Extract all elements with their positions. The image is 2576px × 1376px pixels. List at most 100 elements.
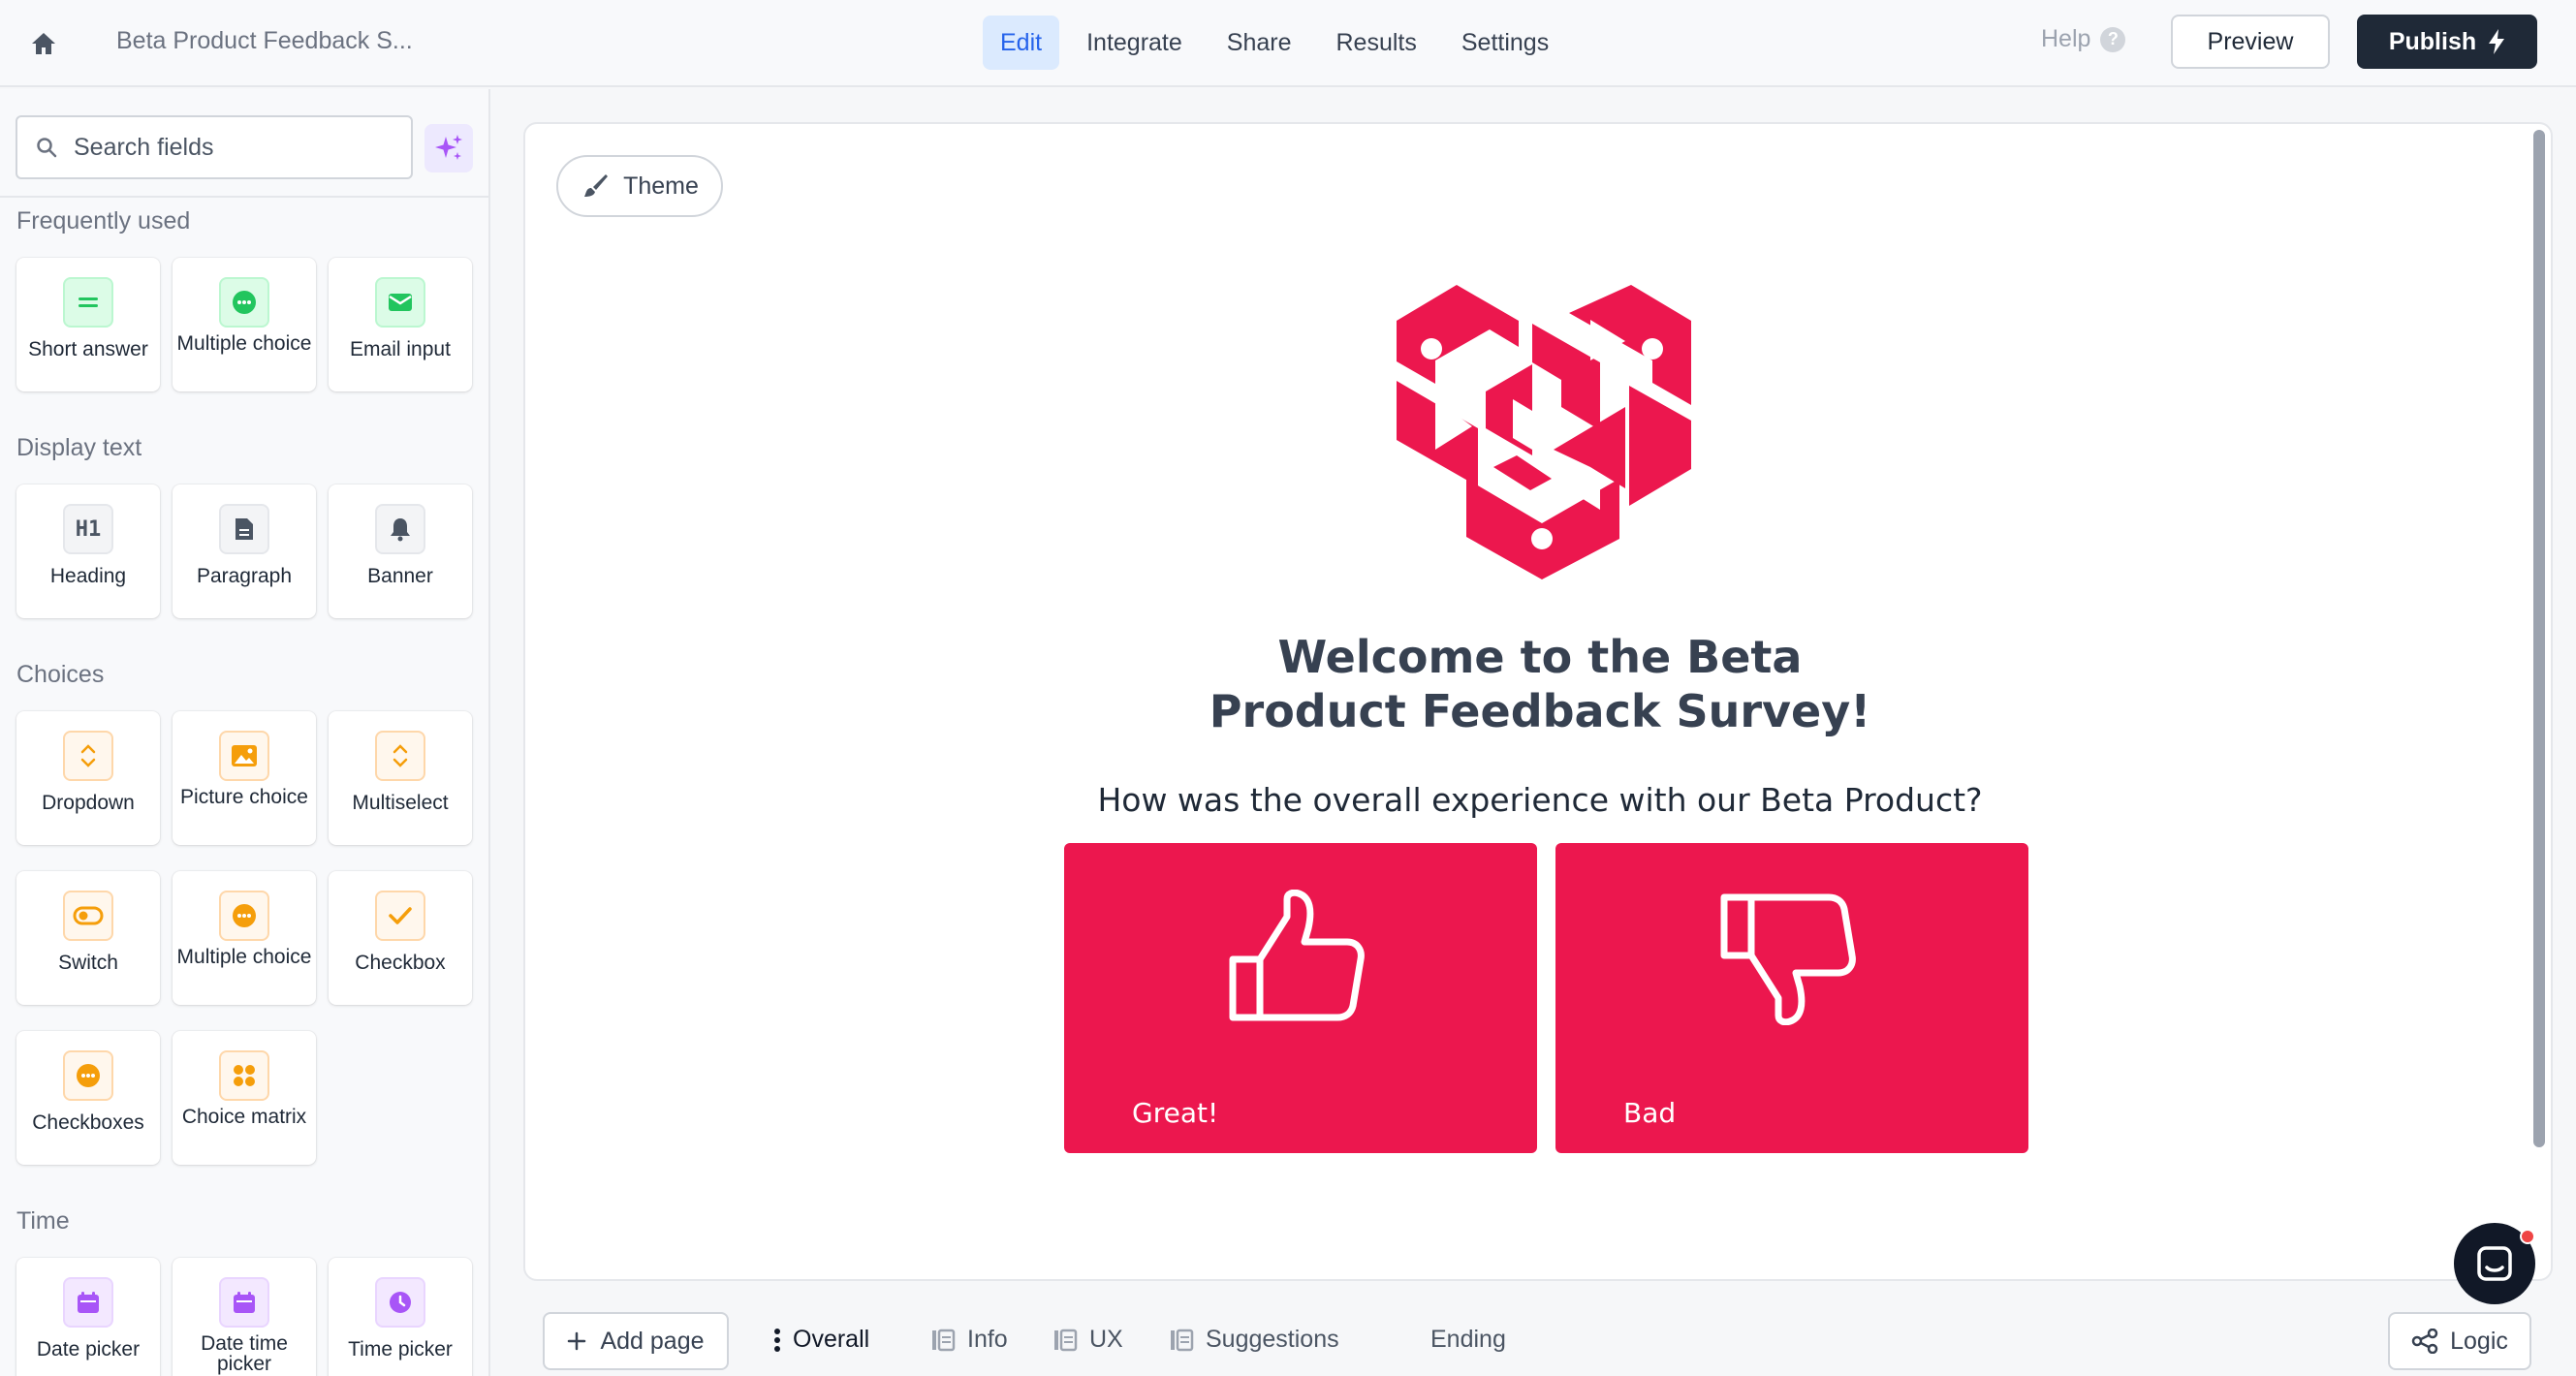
page-tab-ux[interactable]: UX: [1052, 1326, 1123, 1354]
page-tab-ending[interactable]: Ending: [1430, 1326, 1506, 1354]
field-multiple-choice[interactable]: Multiple choice: [173, 258, 316, 391]
field-label: Multiple choice: [176, 332, 312, 355]
chevron-up-down-icon: [63, 731, 113, 781]
field-label: Date picker: [36, 1338, 141, 1360]
calendar-icon: [63, 1277, 113, 1328]
field-choice-matrix[interactable]: Choice matrix: [173, 1031, 316, 1165]
help-label: Help: [2041, 25, 2091, 52]
tab-integrate[interactable]: Integrate: [1069, 16, 1200, 70]
choice-label: Great!: [1132, 1097, 1219, 1129]
field-dropdown[interactable]: Dropdown: [16, 711, 160, 845]
notification-dot: [2520, 1229, 2535, 1244]
field-sidebar: Frequently used Short answer Multiple ch…: [0, 89, 490, 1376]
canvas-scrollbar[interactable]: [2533, 130, 2545, 1147]
page-tab-suggestions[interactable]: Suggestions: [1169, 1326, 1339, 1354]
calendar-icon: [219, 1277, 269, 1328]
publish-label: Publish: [2388, 27, 2477, 55]
field-label: Email input: [350, 338, 451, 360]
paintbrush-icon: [584, 174, 609, 197]
field-switch[interactable]: Switch: [16, 871, 160, 1005]
brand-logo-icon: [1397, 285, 1691, 579]
field-label: Picture choice: [180, 786, 308, 808]
clock-icon: [375, 1277, 425, 1328]
field-label: Banner: [367, 565, 433, 587]
field-multiple-choice-2[interactable]: Multiple choice: [173, 871, 316, 1005]
section-display-text: Display text: [16, 434, 142, 461]
tab-edit[interactable]: Edit: [983, 16, 1060, 70]
ai-generate-button[interactable]: [424, 124, 473, 172]
more-vertical-icon: [774, 1328, 780, 1352]
lightning-icon: [2489, 29, 2505, 54]
page-tab-overall[interactable]: Overall: [773, 1326, 869, 1354]
sparkles-icon: [435, 135, 462, 160]
search-fields-input[interactable]: [74, 133, 384, 162]
section-frequently-used: Frequently used: [16, 207, 191, 235]
home-icon: [32, 33, 55, 54]
check-icon: [375, 891, 425, 941]
image-icon: [219, 731, 269, 781]
field-picture-choice[interactable]: Picture choice: [173, 711, 316, 845]
field-checkbox[interactable]: Checkbox: [329, 871, 472, 1005]
envelope-icon: [375, 277, 425, 328]
field-banner[interactable]: Banner: [329, 485, 472, 618]
page-tab-label: UX: [1089, 1326, 1123, 1353]
thumbs-up-icon: [1229, 890, 1365, 1021]
multiple-choice-icon: [219, 891, 269, 941]
grid-icon: [219, 1050, 269, 1101]
field-label: Date time picker: [201, 1332, 288, 1375]
theme-button[interactable]: Theme: [556, 155, 723, 217]
preview-button[interactable]: Preview: [2171, 15, 2330, 69]
top-bar: Beta Product Feedback S... Edit Integrat…: [0, 0, 2576, 87]
help-link[interactable]: Help ?: [2041, 25, 2126, 53]
multiple-choice-icon: [219, 277, 269, 328]
page-tabs-bar: Add page Overall Info UX Suggestions End…: [492, 1297, 2576, 1376]
field-multiselect[interactable]: Multiselect: [329, 711, 472, 845]
field-heading[interactable]: H1 Heading: [16, 485, 160, 618]
field-checkboxes[interactable]: Checkboxes: [16, 1031, 160, 1165]
welcome-title-text: Welcome to the Beta Product Feedback Sur…: [1209, 631, 1871, 737]
choice-great[interactable]: Great!: [1064, 843, 1537, 1153]
choice-label: Bad: [1623, 1097, 1677, 1129]
welcome-title: Welcome to the Beta Product Feedback Sur…: [525, 630, 2551, 738]
field-label: Checkboxes: [32, 1111, 144, 1134]
section-choices: Choices: [16, 661, 105, 688]
add-page-label: Add page: [600, 1327, 705, 1355]
help-question-icon: ?: [2100, 26, 2126, 52]
heading-icon-text: H1: [75, 516, 102, 542]
document-icon: [219, 504, 269, 554]
question-text: How was the overall experience with our …: [1097, 781, 1983, 819]
page-tab-label: Overall: [793, 1326, 870, 1353]
tab-settings[interactable]: Settings: [1444, 16, 1566, 70]
logic-label: Logic: [2450, 1327, 2508, 1355]
chat-icon: [2477, 1246, 2512, 1281]
field-short-answer[interactable]: Short answer: [16, 258, 160, 391]
field-label: Time picker: [348, 1338, 453, 1360]
page-tab-label: Info: [967, 1326, 1008, 1353]
field-paragraph[interactable]: Paragraph: [173, 485, 316, 618]
field-date-time-picker[interactable]: Date time picker: [173, 1258, 316, 1376]
form-title[interactable]: Beta Product Feedback S...: [116, 27, 413, 55]
field-date-picker[interactable]: Date picker: [16, 1258, 160, 1376]
multiple-choice-icon: [63, 1050, 113, 1101]
logic-button[interactable]: Logic: [2388, 1312, 2531, 1370]
choice-bad[interactable]: Bad: [1555, 843, 2028, 1153]
field-label: Short answer: [28, 338, 148, 360]
plus-icon: [568, 1331, 586, 1351]
top-nav-tabs: Edit Integrate Share Results Settings: [983, 16, 1566, 70]
theme-label: Theme: [623, 172, 699, 200]
home-button[interactable]: [23, 23, 64, 64]
page-tab-info[interactable]: Info: [930, 1326, 1008, 1354]
tab-share[interactable]: Share: [1209, 16, 1309, 70]
field-time-picker[interactable]: Time picker: [329, 1258, 472, 1376]
field-label: Switch: [58, 952, 118, 974]
chevron-up-down-icon: [375, 731, 425, 781]
add-page-button[interactable]: Add page: [543, 1312, 729, 1370]
field-label: Dropdown: [42, 792, 135, 814]
search-fields-box[interactable]: [16, 115, 413, 179]
tab-results[interactable]: Results: [1319, 16, 1434, 70]
toggle-icon: [63, 891, 113, 941]
publish-button[interactable]: Publish: [2357, 15, 2537, 69]
field-label: Paragraph: [196, 565, 293, 587]
field-email-input[interactable]: Email input: [329, 258, 472, 391]
page-tab-label: Suggestions: [1206, 1326, 1339, 1353]
